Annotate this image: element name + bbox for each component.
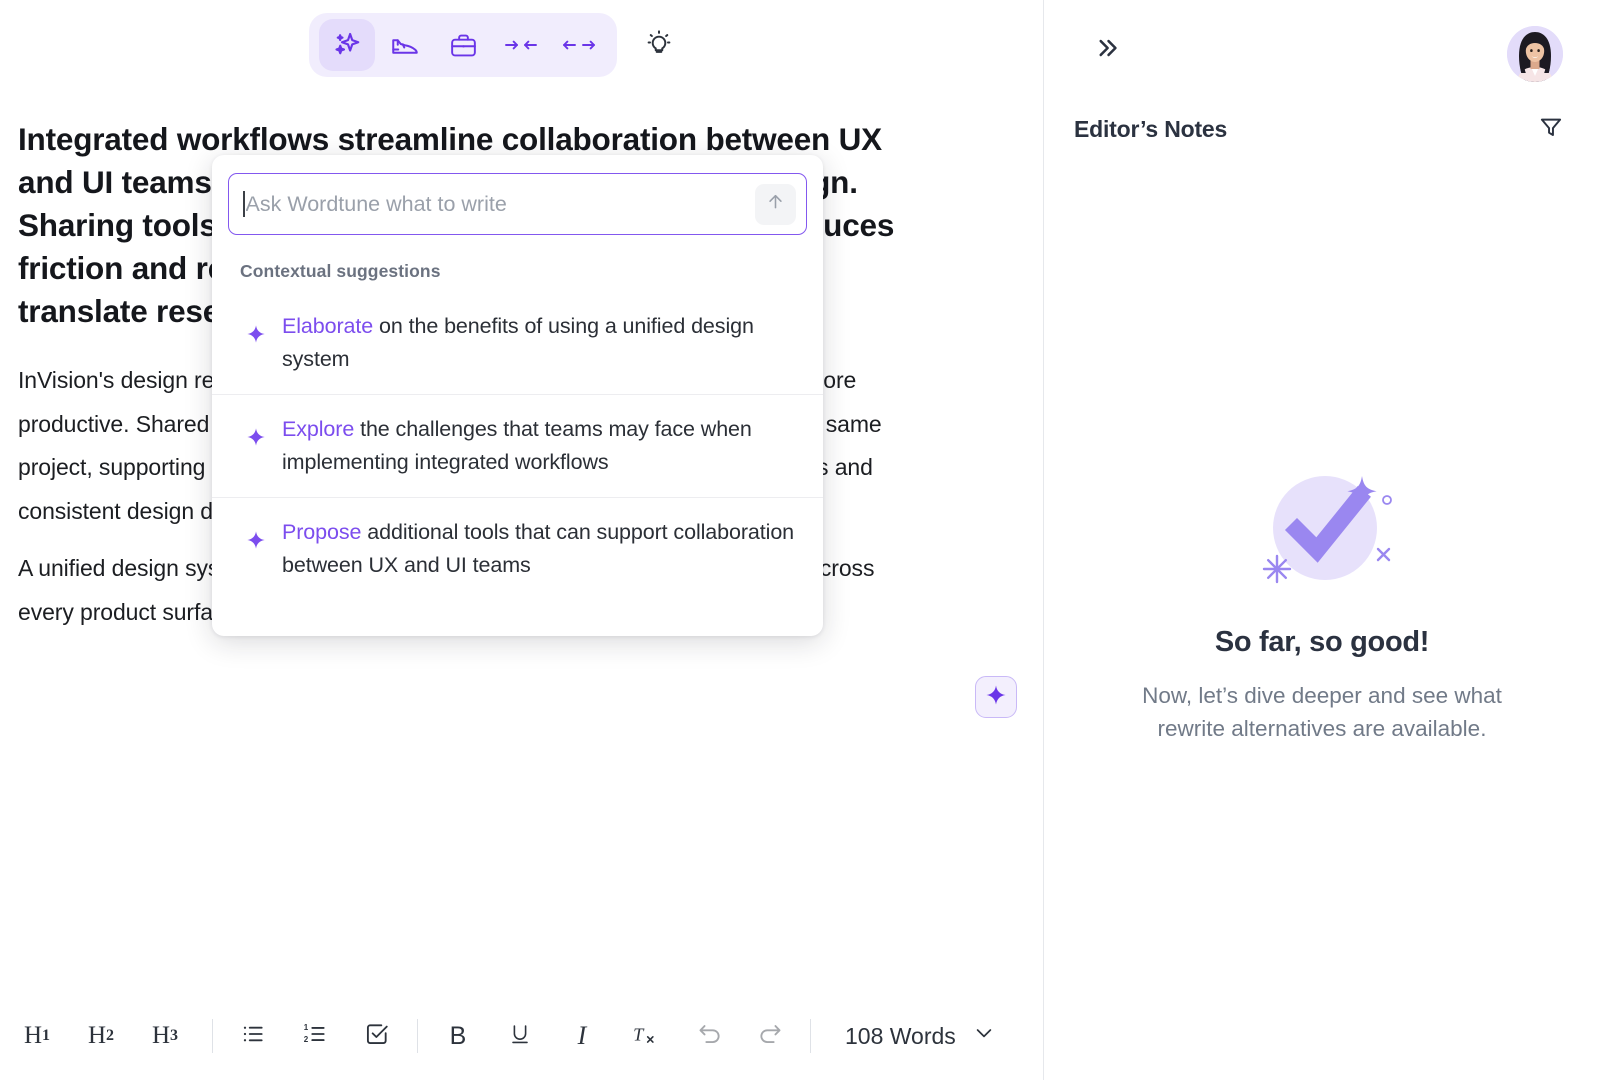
svg-text:T: T (633, 1024, 645, 1044)
contextual-suggestions-list: Elaborate on the benefits of using a uni… (212, 292, 823, 636)
sparkle-icon (246, 530, 266, 555)
tone-toolbar (309, 13, 685, 77)
heading-1-level: 1 (42, 1027, 51, 1044)
heading-2-level: 2 (106, 1027, 115, 1044)
clear-formatting-button[interactable]: T (620, 1013, 668, 1059)
editor-pane: Integrated workflows streamline collabor… (0, 0, 1044, 1080)
ai-prompt-input[interactable] (245, 191, 755, 217)
underline-icon (508, 1022, 532, 1051)
suggestion-item[interactable]: Propose additional tools that can suppor… (212, 497, 823, 600)
page-title: Editor’s Notes (1074, 115, 1228, 142)
empty-state-subtitle: Now, let’s dive deeper and see what rewr… (1142, 683, 1502, 741)
formatting-toolbar: H1 H2 H3 1 2 B I T 108 Words (0, 992, 1044, 1080)
checklist-button[interactable] (353, 1013, 401, 1059)
filter-button[interactable] (1534, 112, 1568, 146)
notes-title-row: Editor’s Notes (1074, 112, 1568, 146)
redo-button[interactable] (746, 1013, 794, 1059)
heading-2-letter: H (87, 1022, 107, 1049)
suggestion-verb: Explore (282, 417, 355, 441)
text-caret (243, 191, 245, 217)
ai-suggestion-popup: Contextual suggestions Elaborate on the … (212, 155, 823, 636)
inline-ai-button[interactable] (975, 676, 1017, 718)
svg-text:1: 1 (304, 1023, 309, 1032)
shoe-icon (390, 30, 420, 60)
toolbar-divider (417, 1019, 418, 1053)
chevron-double-right-icon (1094, 35, 1120, 66)
app-root: Integrated workflows streamline collabor… (0, 0, 1600, 1080)
lightbulb-icon (645, 29, 673, 62)
toolbar-divider (810, 1019, 811, 1053)
bold-label: B (449, 1021, 467, 1050)
empty-state-title: So far, so good! (1214, 626, 1430, 658)
numbered-list-button[interactable]: 1 2 (291, 1013, 339, 1059)
bullet-list-button[interactable] (229, 1013, 277, 1059)
tone-button-expand[interactable] (551, 19, 607, 71)
suggestion-verb: Elaborate (282, 314, 374, 338)
sparkle-icon (246, 427, 266, 452)
briefcase-icon (449, 31, 478, 60)
suggestion-verb: Propose (282, 520, 362, 544)
user-avatar[interactable] (1507, 26, 1563, 82)
tone-toolbar-pill (309, 13, 617, 77)
svg-text:2: 2 (304, 1035, 309, 1044)
ai-submit-button[interactable] (755, 183, 796, 225)
shorten-icon (504, 34, 538, 56)
ai-prompt-row[interactable] (228, 173, 807, 235)
word-count-button[interactable]: 108 Words (845, 1021, 996, 1051)
heading-2-button[interactable]: H2 (78, 1013, 124, 1059)
arrow-up-icon (765, 191, 786, 217)
checklist-icon (364, 1021, 390, 1052)
contextual-suggestions-label: Contextual suggestions (240, 261, 441, 281)
expand-icon (562, 34, 596, 56)
underline-button[interactable] (496, 1013, 544, 1059)
notes-panel-header (1044, 26, 1600, 88)
undo-button[interactable] (686, 1013, 734, 1059)
notes-empty-state: So far, so good! Now, let’s dive deeper … (1044, 456, 1600, 745)
sparkle-icon (246, 324, 266, 349)
ideas-button[interactable] (633, 19, 685, 71)
clear-formatting-icon: T (631, 1021, 657, 1052)
suggestion-item[interactable]: Elaborate on the benefits of using a uni… (212, 292, 823, 394)
tone-button-formal[interactable] (435, 19, 491, 71)
heading-1-button[interactable]: H1 (14, 1013, 60, 1059)
bold-button[interactable]: B (434, 1013, 482, 1059)
chevron-down-icon (972, 1021, 996, 1051)
sparkles-icon (332, 30, 362, 60)
word-count-label: 108 Words (845, 1022, 956, 1049)
collapse-panel-button[interactable] (1089, 32, 1125, 68)
heading-3-level: 3 (170, 1027, 179, 1044)
suggestion-text: Elaborate on the benefits of using a uni… (282, 310, 797, 376)
undo-icon (697, 1021, 723, 1052)
suggestion-text: Propose additional tools that can suppor… (282, 516, 797, 582)
avatar-image (1507, 26, 1563, 82)
editors-notes-panel: Editor’s Notes So far, so good! Now, let… (1044, 0, 1600, 1080)
suggestion-text: Explore the challenges that teams may fa… (282, 413, 797, 479)
italic-label: I (577, 1021, 587, 1050)
numbered-list-icon: 1 2 (302, 1021, 328, 1052)
suggestion-item[interactable]: Explore the challenges that teams may fa… (212, 394, 823, 497)
check-sparkle-icon (1237, 456, 1407, 606)
toolbar-divider (212, 1019, 213, 1053)
sparkle-icon (985, 684, 1007, 711)
heading-3-button[interactable]: H3 (142, 1013, 188, 1059)
italic-button[interactable]: I (558, 1013, 606, 1059)
tone-button-rewrite[interactable] (319, 19, 375, 71)
redo-icon (757, 1021, 783, 1052)
filter-icon (1538, 114, 1564, 145)
tone-button-casual[interactable] (377, 19, 433, 71)
bullet-list-icon (240, 1021, 266, 1052)
heading-3-letter: H (151, 1022, 171, 1049)
heading-1-letter: H (23, 1022, 43, 1049)
tone-button-shorten[interactable] (493, 19, 549, 71)
